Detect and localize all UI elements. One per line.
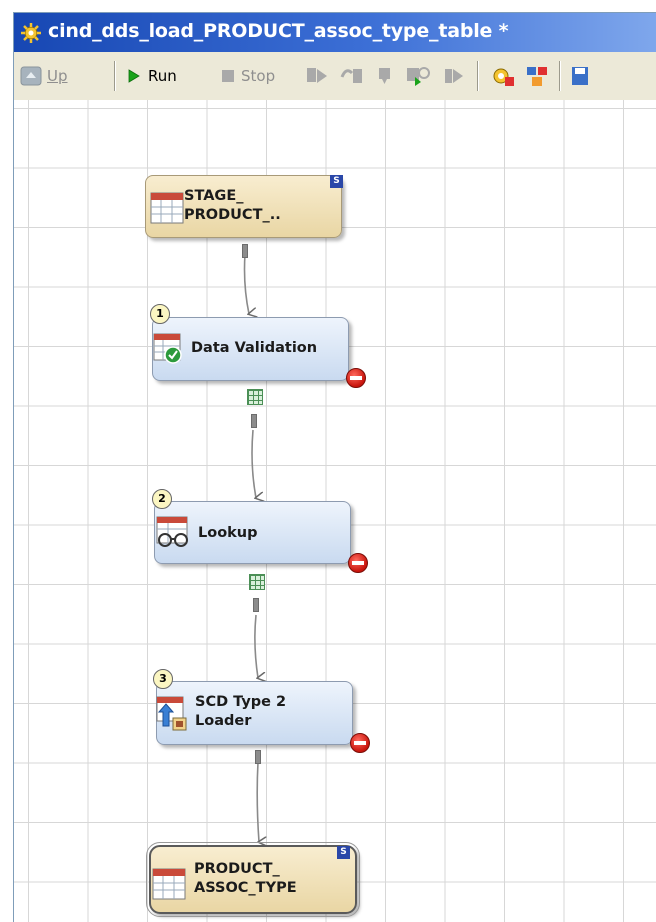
stop-label: Stop: [241, 67, 276, 85]
output-port[interactable]: [253, 598, 259, 612]
error-status-icon[interactable]: [346, 368, 366, 388]
node-label-line: SCD Type 2: [195, 694, 287, 710]
editor-title-bar[interactable]: cind_dds_load_PRODUCT_assoc_type_table *: [14, 13, 656, 52]
step-number-badge: 1: [150, 304, 170, 324]
run-label: Run: [148, 67, 177, 85]
node-label-line: Data Validation: [191, 340, 318, 356]
up-button[interactable]: Up: [20, 52, 68, 100]
transform-node-data-validation[interactable]: Data Validation: [152, 317, 349, 381]
up-icon: [20, 66, 42, 86]
skip-button[interactable]: [442, 52, 466, 100]
data-validation-icon: [153, 333, 182, 364]
work-table-icon[interactable]: [249, 574, 265, 590]
step-number-badge: 3: [153, 669, 173, 689]
save-icon: [572, 67, 588, 85]
scd-loader-icon: [156, 696, 187, 731]
transform-node-scd-loader[interactable]: SCD Type 2 Loader: [156, 681, 353, 745]
save-button[interactable]: [570, 52, 590, 100]
pause-icon: [379, 68, 390, 84]
node-label-line: Loader: [195, 713, 252, 729]
diagram-icon: [527, 67, 547, 86]
error-status-icon[interactable]: [348, 553, 368, 573]
run-button[interactable]: Run: [127, 52, 177, 100]
error-status-icon[interactable]: [350, 733, 370, 753]
node-label-line: ASSOC_TYPE: [194, 880, 297, 896]
lookup-icon: [156, 516, 188, 547]
source-table-node[interactable]: STAGE_ PRODUCT_.. S: [145, 175, 343, 238]
pause-button[interactable]: [375, 52, 397, 100]
step-icon: [307, 68, 327, 83]
output-port[interactable]: [242, 244, 248, 258]
transform-node-lookup[interactable]: Lookup: [154, 501, 351, 564]
job-icon: [21, 23, 41, 43]
target-table-node[interactable]: PRODUCT_ ASSOC_TYPE S: [146, 842, 360, 917]
stop-icon: [222, 70, 234, 82]
toolbar: Up Run Stop: [14, 52, 656, 101]
step-number-badge: 2: [152, 489, 172, 509]
table-icon: [150, 192, 184, 224]
node-label-line: Lookup: [198, 525, 258, 541]
step-over-button[interactable]: [340, 52, 364, 100]
status-badge: S: [330, 175, 343, 188]
run-icon: [128, 69, 140, 83]
node-label-line: PRODUCT_: [194, 861, 280, 877]
job-editor-window: cind_dds_load_PRODUCT_assoc_type_table *…: [13, 12, 656, 922]
step-button[interactable]: [305, 52, 329, 100]
status-badge: S: [337, 846, 350, 859]
toolbar-separator: [559, 61, 561, 91]
output-port[interactable]: [251, 414, 257, 428]
job-properties-button[interactable]: [490, 52, 516, 100]
continue-button[interactable]: [405, 52, 431, 100]
job-properties-icon: [493, 68, 514, 86]
step-over-icon: [340, 69, 362, 83]
diagram-button[interactable]: [524, 52, 550, 100]
work-table-icon[interactable]: [247, 389, 263, 405]
skip-icon: [445, 69, 463, 83]
up-label: Up: [47, 67, 68, 85]
stop-button[interactable]: Stop: [221, 52, 275, 100]
process-diagram-canvas[interactable]: STAGE_ PRODUCT_.. S Data Validation 1 Lo…: [14, 100, 656, 922]
toolbar-separator: [114, 61, 116, 91]
node-label-line: PRODUCT_..: [184, 207, 281, 223]
toolbar-separator: [477, 61, 479, 91]
node-label-line: STAGE_: [184, 188, 244, 204]
output-port[interactable]: [255, 750, 261, 764]
table-icon: [152, 868, 186, 900]
continue-icon: [407, 67, 430, 86]
editor-title: cind_dds_load_PRODUCT_assoc_type_table *: [48, 20, 509, 42]
